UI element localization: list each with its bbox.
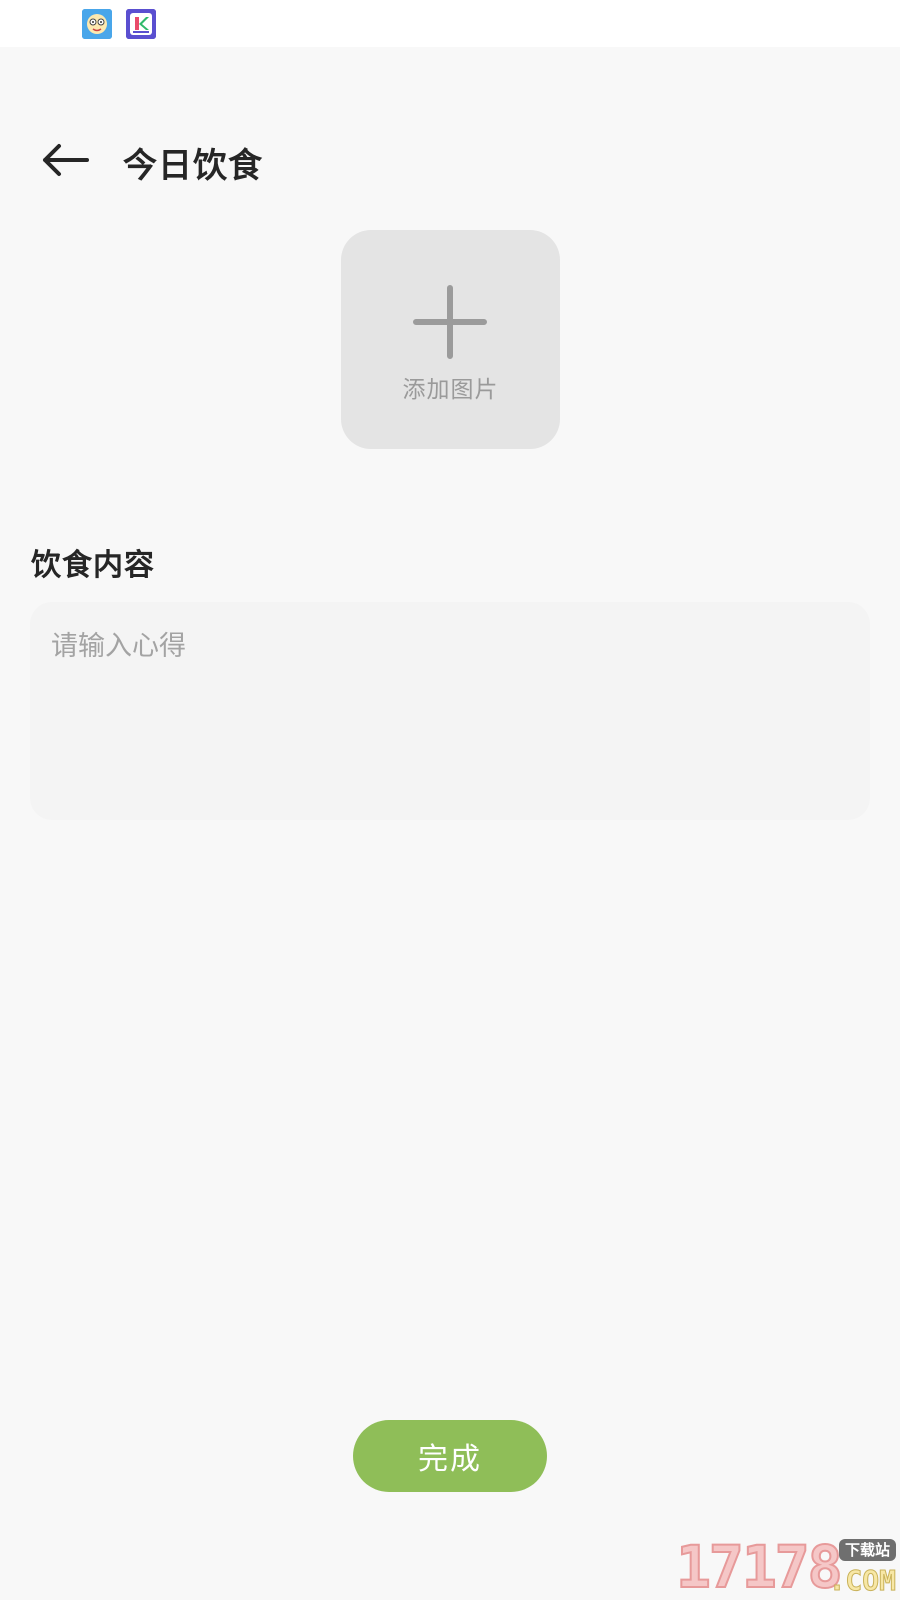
header: 今日饮食: [0, 122, 900, 198]
add-image-label: 添加图片: [402, 377, 499, 403]
page-title: 今日饮食: [123, 146, 263, 186]
content-input[interactable]: [30, 602, 870, 820]
watermark-badge: 下载站: [838, 1539, 896, 1561]
site-watermark: 17178 下载站 .COM: [675, 1533, 900, 1600]
arrow-left-icon: [43, 144, 89, 176]
status-bar: [0, 0, 900, 47]
add-image-button[interactable]: 添加图片: [341, 230, 560, 449]
k-app-icon: [126, 9, 156, 39]
diet-entry-screen: 今日饮食 添加图片 饮食内容 完成 17178 下载站 .COM: [0, 0, 900, 1600]
content-section-label: 饮食内容: [31, 548, 155, 583]
watermark-digits: 17178: [675, 1533, 844, 1600]
plus-icon: [413, 285, 487, 359]
back-button[interactable]: [30, 130, 100, 190]
done-button[interactable]: 完成: [353, 1420, 547, 1492]
watermark-suffix: .COM: [828, 1564, 896, 1597]
cartoon-face-icon: [82, 9, 112, 39]
